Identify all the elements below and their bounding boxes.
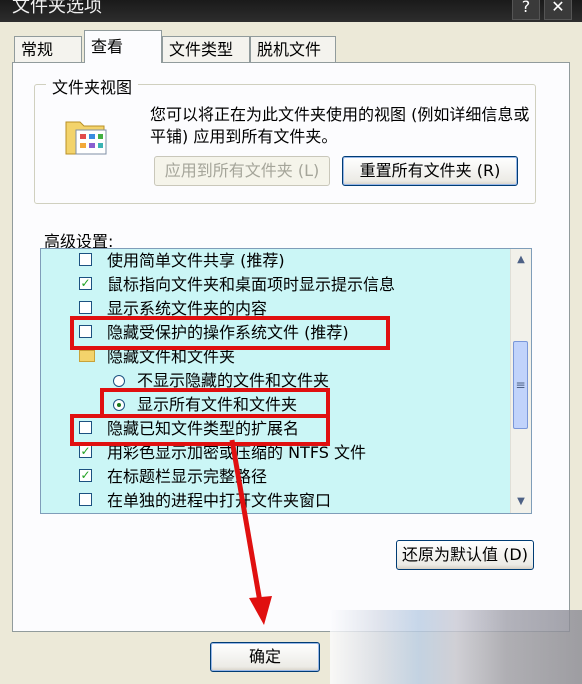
apply-to-all-folders-button[interactable]: 应用到所有文件夹 (L): [154, 156, 330, 186]
tab-view[interactable]: 查看: [84, 30, 162, 63]
close-icon[interactable]: ✕: [544, 0, 572, 20]
list-scrollbar[interactable]: ▲ ≡ ▼: [510, 249, 531, 513]
list-item[interactable]: ✓ 在标题栏显示完整路径: [41, 465, 511, 489]
checkbox-checked[interactable]: ✓: [79, 469, 92, 482]
folder-views-icon: [65, 121, 107, 155]
radio-button[interactable]: [113, 375, 125, 387]
checkbox[interactable]: [79, 301, 92, 314]
restore-defaults-button[interactable]: 还原为默认值 (D): [396, 540, 534, 570]
list-item[interactable]: 在单独的进程中打开文件夹窗口: [41, 489, 511, 513]
highlight-box: [70, 414, 330, 446]
checkbox[interactable]: [79, 493, 92, 506]
blurred-region: [330, 610, 582, 684]
list-item-label: 使用简单文件共享 (推荐): [107, 251, 285, 270]
advanced-settings-list[interactable]: 使用简单文件共享 (推荐) ✓ 鼠标指向文件夹和桌面项时显示提示信息 显示系统文…: [40, 248, 532, 514]
scroll-up-icon[interactable]: ▲: [514, 253, 528, 267]
highlight-box: [70, 316, 390, 350]
ok-button[interactable]: 确定: [210, 642, 320, 672]
list-item-label: 鼠标指向文件夹和桌面项时显示提示信息: [107, 275, 396, 294]
list-item-label: 在标题栏显示完整路径: [107, 467, 268, 486]
scroll-down-icon[interactable]: ▼: [514, 495, 528, 509]
reset-all-folders-button[interactable]: 重置所有文件夹 (R): [342, 156, 518, 186]
list-item-label: 在单独的进程中打开文件夹窗口: [107, 491, 332, 510]
title-bar: 文件夹选项 ? ✕: [0, 0, 582, 22]
checkbox-checked[interactable]: ✓: [79, 277, 92, 290]
list-item[interactable]: 使用简单文件共享 (推荐): [41, 249, 511, 273]
checkbox[interactable]: [79, 253, 92, 266]
tab-offline-files[interactable]: 脱机文件: [250, 36, 336, 62]
folder-icon: [79, 350, 95, 362]
help-icon[interactable]: ?: [512, 0, 540, 20]
tab-file-types[interactable]: 文件类型: [162, 36, 250, 62]
tab-general[interactable]: 常规: [14, 36, 82, 62]
folder-views-title: 文件夹视图: [46, 74, 139, 98]
checkbox-checked[interactable]: ✓: [79, 445, 92, 458]
folder-views-description: 您可以将正在为此文件夹使用的视图 (例如详细信息或平铺) 应用到所有文件夹。: [150, 105, 530, 146]
list-item[interactable]: ✓ 鼠标指向文件夹和桌面项时显示提示信息: [41, 273, 511, 297]
window-title: 文件夹选项: [12, 0, 102, 17]
scroll-thumb[interactable]: ≡: [513, 341, 528, 429]
